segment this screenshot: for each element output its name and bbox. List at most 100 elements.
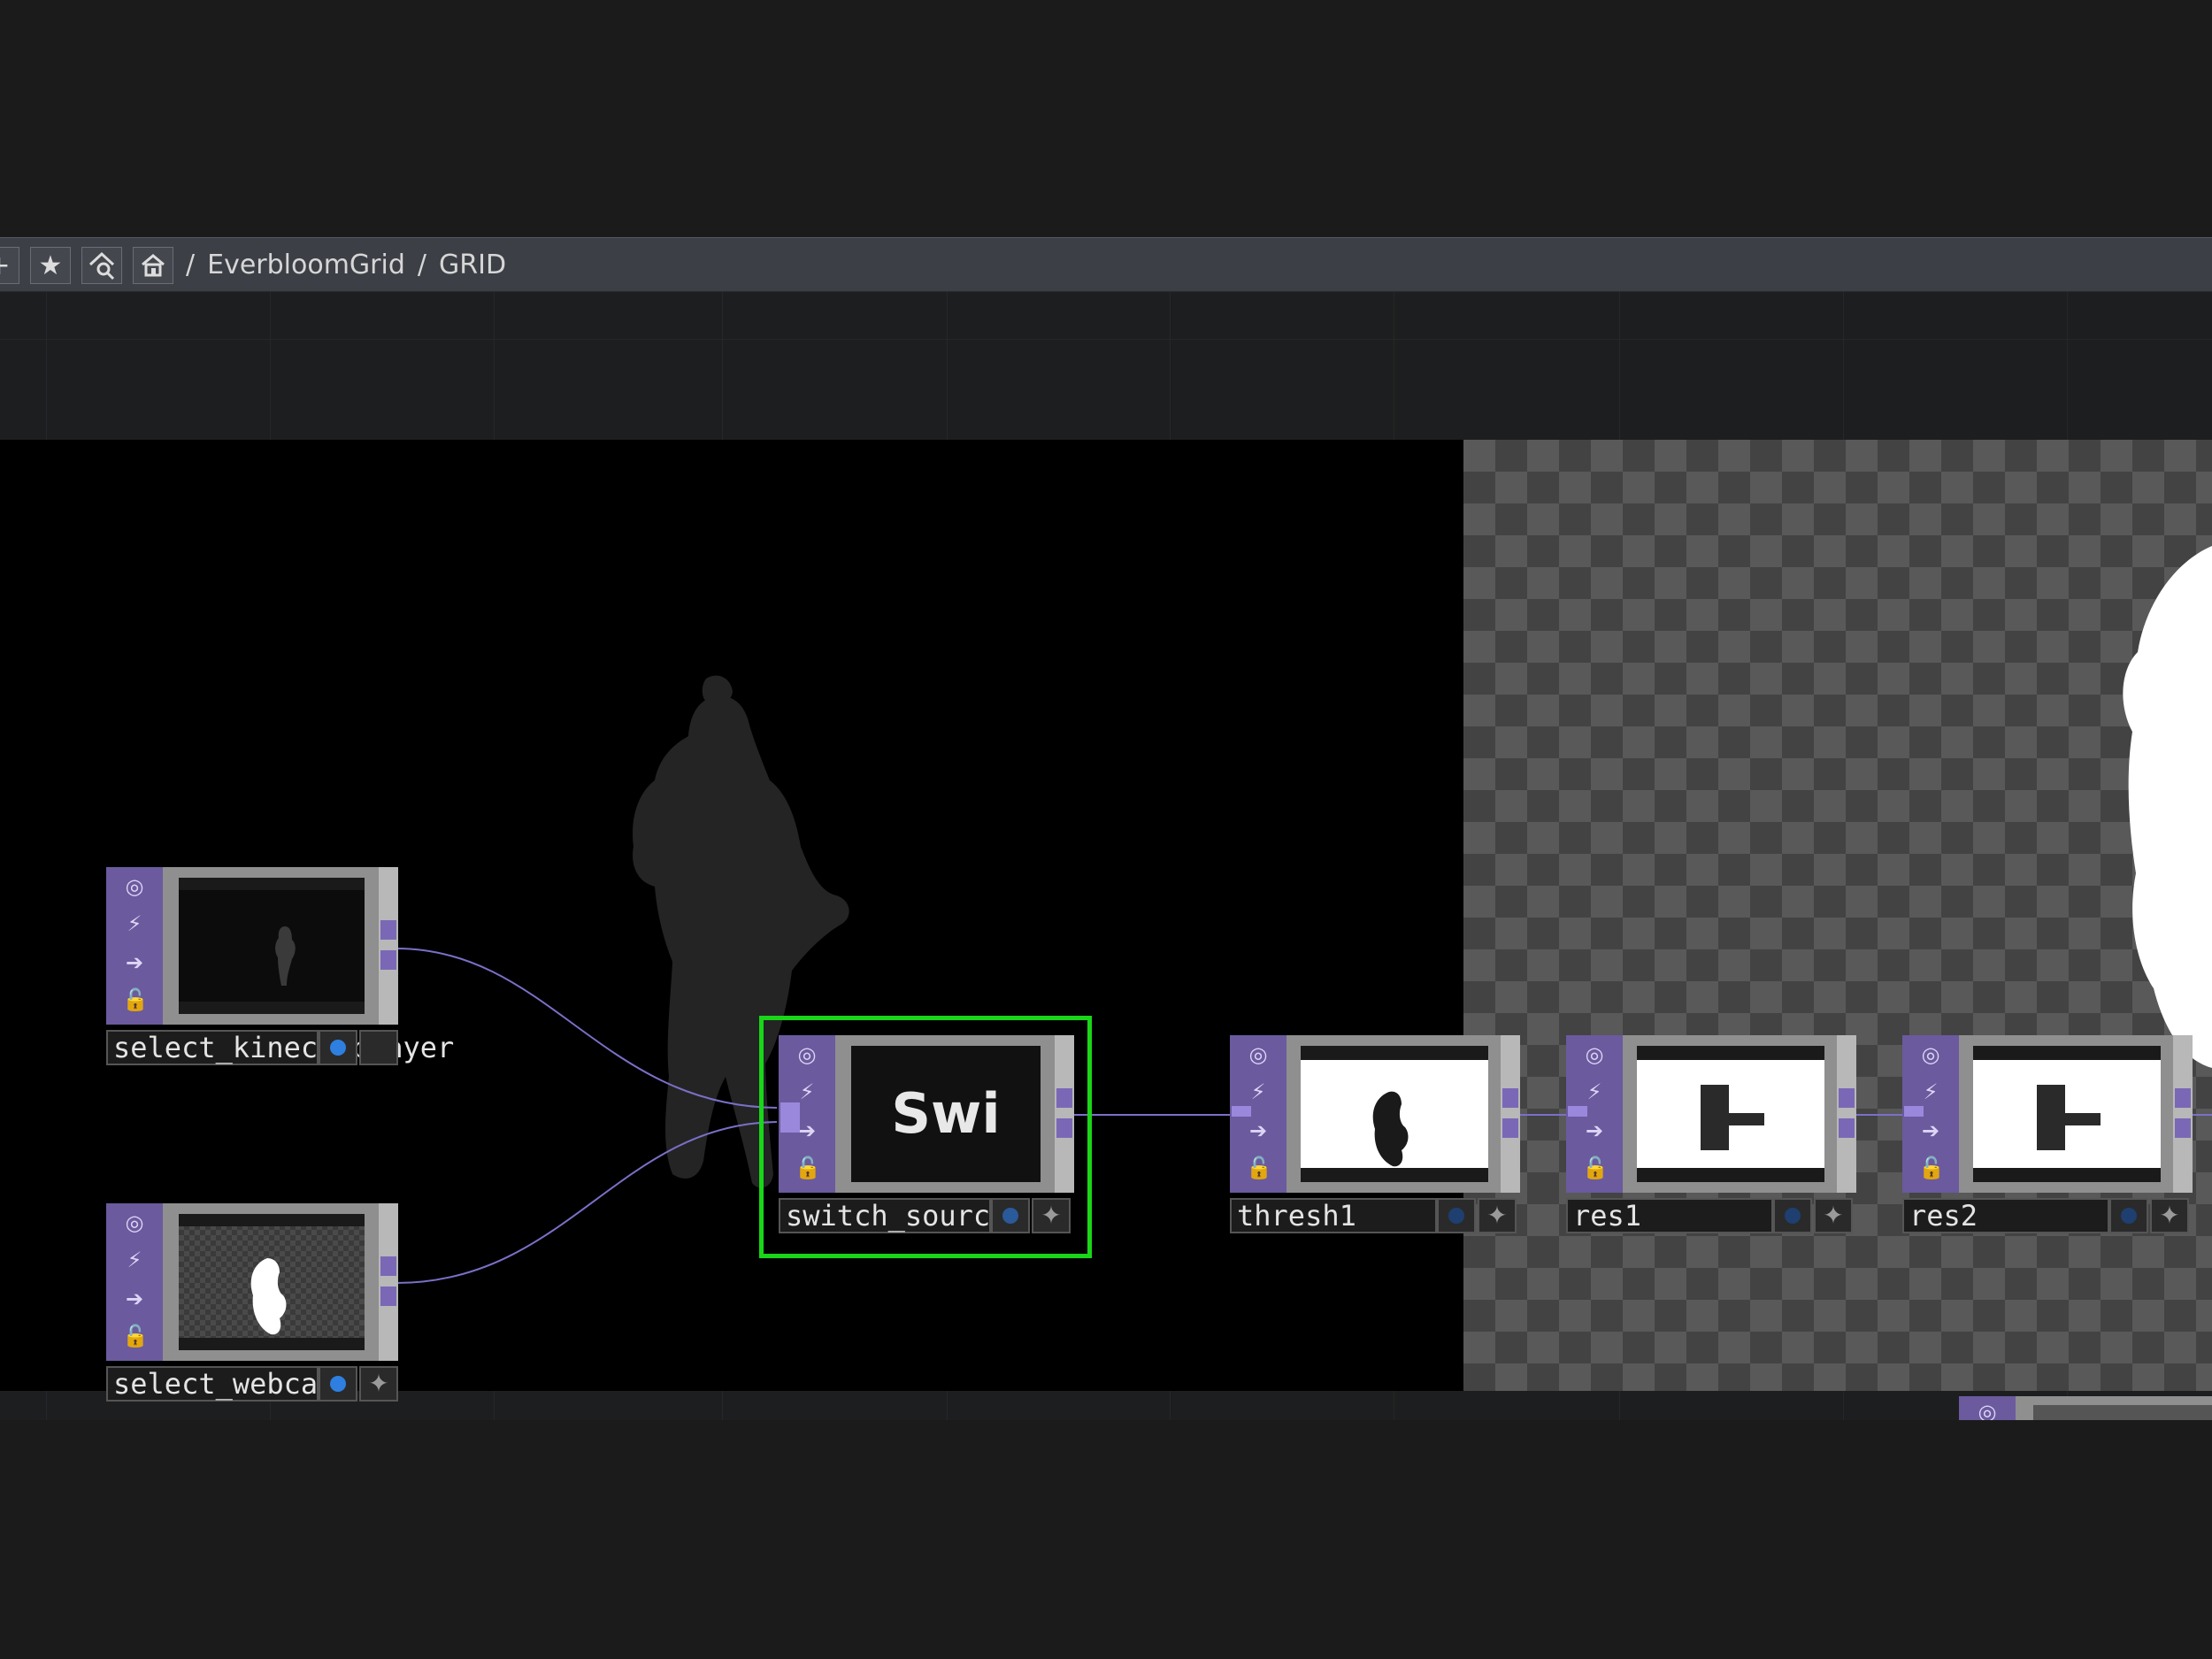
node-preview <box>1301 1046 1488 1182</box>
operator-strip: ◎ <box>1959 1396 2017 1420</box>
viewer-active-dot <box>1448 1208 1464 1224</box>
node-select-kinect-player[interactable]: ◎ ⚡ ➔ 🔓 select_kinect_player <box>106 867 454 1065</box>
lock-icon[interactable]: 🔓 <box>122 987 149 1012</box>
display-arrow-icon[interactable]: ➔ <box>122 1286 147 1311</box>
display-arrow-icon[interactable]: ➔ <box>1918 1118 1943 1143</box>
viewer-toggle-icon[interactable]: ◎ <box>1918 1042 1943 1067</box>
node-preview <box>1973 1046 2161 1182</box>
bypass-button[interactable]: ✦ <box>1478 1198 1517 1233</box>
bypass-button[interactable]: ✦ <box>1032 1198 1071 1233</box>
output-port[interactable] <box>380 950 396 970</box>
network-path-bar: + ★ / EverbloomGrid / GRID <box>0 237 2212 292</box>
output-connector-column <box>1501 1035 1520 1193</box>
breadcrumb-separator: / <box>417 250 426 280</box>
top-blank-area <box>0 0 2212 237</box>
node-preview: Swi <box>851 1046 1041 1182</box>
viewer-toggle-icon[interactable]: ◎ <box>1582 1042 1607 1067</box>
node-switch-source[interactable]: ◎ ⚡ ➔ 🔓 Swi switch_source ✦ <box>779 1035 1074 1233</box>
node-label[interactable]: res1 <box>1566 1198 1773 1233</box>
lock-icon[interactable]: 🔓 <box>1918 1156 1945 1180</box>
bottom-blank-area <box>0 1420 2212 1659</box>
bypass-button[interactable]: ✦ <box>359 1366 398 1402</box>
node-label[interactable]: thresh1 <box>1230 1198 1437 1233</box>
cook-icon[interactable]: ⚡ <box>122 1248 147 1272</box>
breadcrumb: / EverbloomGrid / GRID <box>186 249 518 282</box>
cook-icon[interactable]: ⚡ <box>1246 1079 1271 1104</box>
viewer-active-button[interactable] <box>991 1198 1030 1233</box>
output-connector-column <box>2173 1035 2193 1193</box>
display-arrow-icon[interactable]: ➔ <box>1582 1118 1607 1143</box>
viewer-active-dot <box>330 1376 346 1392</box>
output-port[interactable] <box>1839 1118 1855 1138</box>
viewer-active-button[interactable] <box>2109 1198 2148 1233</box>
output-port[interactable] <box>380 1256 396 1276</box>
operator-strip: ◎ ⚡ ➔ 🔓 <box>106 1203 165 1361</box>
star-icon[interactable]: ★ <box>30 247 71 284</box>
breadcrumb-item-everbloomgrid[interactable]: EverbloomGrid <box>207 250 405 280</box>
output-port[interactable] <box>380 920 396 940</box>
home-icon[interactable] <box>133 247 173 284</box>
node-label[interactable]: select_webcam <box>106 1366 334 1402</box>
output-port[interactable] <box>1839 1088 1855 1108</box>
input-port[interactable] <box>1568 1106 1587 1117</box>
output-port[interactable] <box>380 1286 396 1306</box>
lock-icon[interactable]: 🔓 <box>795 1156 821 1180</box>
viewer-active-button[interactable] <box>1773 1198 1812 1233</box>
node-label[interactable]: select_kinect_player <box>106 1030 454 1065</box>
viewer-toggle-icon[interactable]: ◎ <box>1975 1400 2000 1420</box>
viewer-toggle-icon[interactable]: ◎ <box>122 874 147 899</box>
viewer-active-button[interactable] <box>319 1366 357 1402</box>
viewer-active-button[interactable] <box>1437 1198 1476 1233</box>
breadcrumb-item-grid[interactable]: GRID <box>439 250 506 280</box>
input-port[interactable] <box>1904 1106 1924 1117</box>
output-connector-column <box>1055 1035 1074 1193</box>
viewer-toggle-icon[interactable]: ◎ <box>795 1042 819 1067</box>
output-port[interactable] <box>1502 1088 1518 1108</box>
node-preview <box>1637 1046 1824 1182</box>
plus-icon[interactable]: + <box>0 247 19 284</box>
breadcrumb-separator: / <box>186 250 196 280</box>
output-port[interactable] <box>1056 1118 1072 1138</box>
viewer-active-dot <box>1002 1208 1018 1224</box>
preview-text: Swi <box>891 1081 1001 1146</box>
cook-icon[interactable]: ⚡ <box>122 911 147 936</box>
operator-strip: ◎ ⚡ ➔ 🔓 <box>106 867 165 1025</box>
input-port[interactable] <box>1232 1106 1251 1117</box>
node-label[interactable]: switch_source <box>779 1198 1007 1233</box>
display-arrow-icon[interactable]: ➔ <box>1246 1118 1271 1143</box>
output-connector-column <box>379 867 398 1025</box>
search-network-icon[interactable] <box>81 247 122 284</box>
lock-icon[interactable]: 🔓 <box>1582 1156 1609 1180</box>
node-select-webcam[interactable]: ◎ ⚡ ➔ 🔓 select_webcam ✦ <box>106 1203 398 1402</box>
cook-icon[interactable]: ⚡ <box>1918 1079 1943 1104</box>
viewer-active-dot <box>1785 1208 1801 1224</box>
network-editor[interactable]: ◎ ⚡ ➔ 🔓 select_kinect_player ◎ ⚡ ➔ 🔓 sel… <box>0 292 2212 1420</box>
node-res2[interactable]: ◎ ⚡ ➔ 🔓 res2 ✦ <box>1902 1035 2193 1233</box>
viewer-active-dot <box>330 1040 346 1056</box>
bypass-button[interactable] <box>359 1030 398 1065</box>
node-thresh1[interactable]: ◎ ⚡ ➔ 🔓 thresh1 ✦ <box>1230 1035 1520 1233</box>
node-preview <box>179 878 365 1014</box>
lock-icon[interactable]: 🔓 <box>122 1324 149 1348</box>
cook-icon[interactable]: ⚡ <box>1582 1079 1607 1104</box>
input-port[interactable] <box>780 1102 800 1133</box>
viewer-active-button[interactable] <box>319 1030 357 1065</box>
cook-icon[interactable]: ⚡ <box>795 1079 819 1104</box>
output-port[interactable] <box>2175 1088 2191 1108</box>
output-connector-column <box>1837 1035 1856 1193</box>
output-port[interactable] <box>1056 1088 1072 1108</box>
output-connector-column <box>379 1203 398 1361</box>
bypass-button[interactable]: ✦ <box>2150 1198 2189 1233</box>
bypass-button[interactable]: ✦ <box>1814 1198 1853 1233</box>
node-res1[interactable]: ◎ ⚡ ➔ 🔓 res1 ✦ <box>1566 1035 1856 1233</box>
viewer-toggle-icon[interactable]: ◎ <box>1246 1042 1271 1067</box>
node-offscreen-partial[interactable]: ◎ <box>1959 1396 2212 1420</box>
viewer-active-dot <box>2121 1208 2137 1224</box>
viewer-toggle-icon[interactable]: ◎ <box>122 1210 147 1235</box>
node-label[interactable]: res2 <box>1902 1198 2109 1233</box>
display-arrow-icon[interactable]: ➔ <box>122 950 147 975</box>
output-port[interactable] <box>2175 1118 2191 1138</box>
lock-icon[interactable]: 🔓 <box>1246 1156 1272 1180</box>
output-port[interactable] <box>1502 1118 1518 1138</box>
node-preview <box>179 1214 365 1350</box>
